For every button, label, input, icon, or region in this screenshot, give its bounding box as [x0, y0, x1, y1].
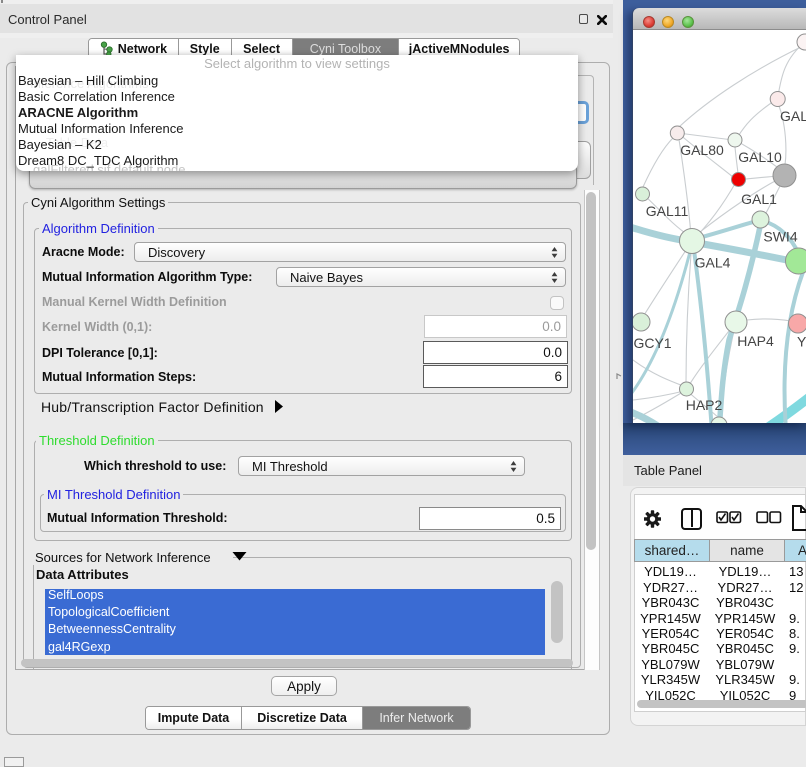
svg-text:GAL4: GAL4: [695, 255, 731, 271]
svg-text:GAL11: GAL11: [646, 203, 689, 219]
svg-text:GAL7: GAL7: [780, 108, 806, 124]
svg-text:GAL10: GAL10: [738, 149, 782, 165]
svg-text:HAP2: HAP2: [686, 397, 723, 413]
svg-text:GAL1: GAL1: [741, 191, 777, 207]
svg-text:SWI4: SWI4: [763, 229, 797, 245]
svg-text:YM: YM: [797, 334, 806, 350]
svg-text:GCY1: GCY1: [633, 335, 671, 351]
svg-text:HAP4: HAP4: [737, 333, 774, 349]
svg-text:GAL80: GAL80: [680, 142, 724, 158]
